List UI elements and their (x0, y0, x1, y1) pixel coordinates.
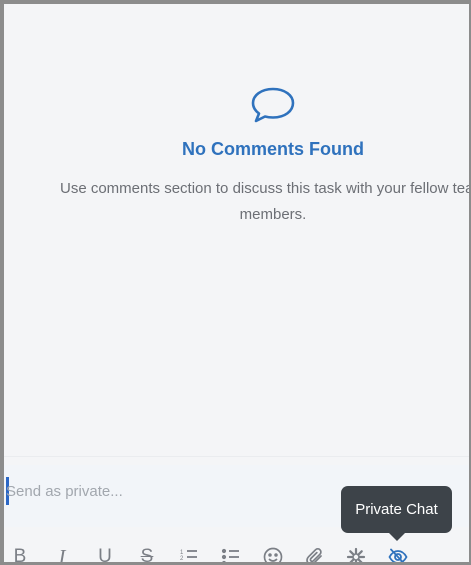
comments-panel: No Comments Found Use comments section t… (0, 0, 471, 565)
comment-input[interactable] (6, 479, 306, 503)
tooltip-text: Private Chat (355, 501, 438, 518)
bold-icon[interactable]: B (8, 545, 32, 565)
private-chat-icon[interactable] (386, 545, 410, 562)
underline-icon[interactable]: U (93, 545, 117, 565)
italic-label: I (58, 545, 66, 565)
bulleted-list-icon[interactable] (219, 545, 243, 562)
emoji-icon[interactable] (261, 545, 285, 562)
formatting-toolbar: B I U S 1 2 3 (4, 537, 469, 565)
empty-state-description: Use comments section to discuss this tas… (60, 180, 471, 223)
strikethrough-label: S (140, 546, 154, 565)
speech-bubble-icon (251, 87, 295, 123)
bold-label: B (13, 546, 27, 565)
private-chat-tooltip: Private Chat (341, 486, 452, 533)
italic-icon[interactable]: I (50, 545, 74, 565)
numbered-list-icon[interactable]: 1 2 3 (177, 545, 201, 562)
tooltip-arrow (388, 532, 406, 541)
integration-icon[interactable] (344, 545, 368, 562)
underline-label: U (98, 546, 112, 565)
attachment-icon[interactable] (303, 545, 327, 562)
empty-state-title: No Comments Found (182, 139, 364, 159)
strikethrough-icon[interactable]: S (135, 545, 159, 565)
